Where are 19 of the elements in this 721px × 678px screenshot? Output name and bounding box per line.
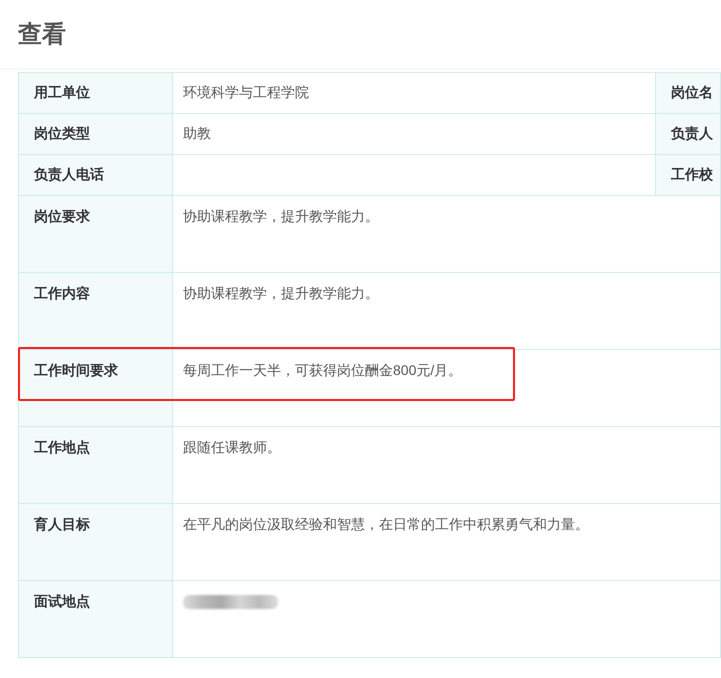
field-label: 负责人 [656,114,721,155]
field-label: 面试地点 [19,581,173,658]
field-label: 育人目标 [19,504,173,581]
field-label: 工作内容 [19,273,173,350]
field-value: 在平凡的岗位汲取经验和智慧，在日常的工作中积累勇气和力量。 [173,504,721,581]
field-value: 环境科学与工程学院 [173,73,656,114]
field-label: 岗位名 [656,73,721,114]
field-value: 协助课程教学，提升教学能力。 [173,196,721,273]
page-title: 查看 [18,20,66,50]
field-value: 协助课程教学，提升教学能力。 [173,273,721,350]
field-label: 负责人电话 [19,155,173,196]
field-label: 用工单位 [19,73,173,114]
field-label: 岗位要求 [19,196,173,273]
field-label: 岗位类型 [19,114,173,155]
field-label: 工作地点 [19,427,173,504]
field-value: 每周工作一天半，可获得岗位酬金800元/月。 [173,350,721,427]
field-value: 跟随任课教师。 [173,427,721,504]
field-label: 工作校 [656,155,721,196]
field-value: 助教 [173,114,656,155]
